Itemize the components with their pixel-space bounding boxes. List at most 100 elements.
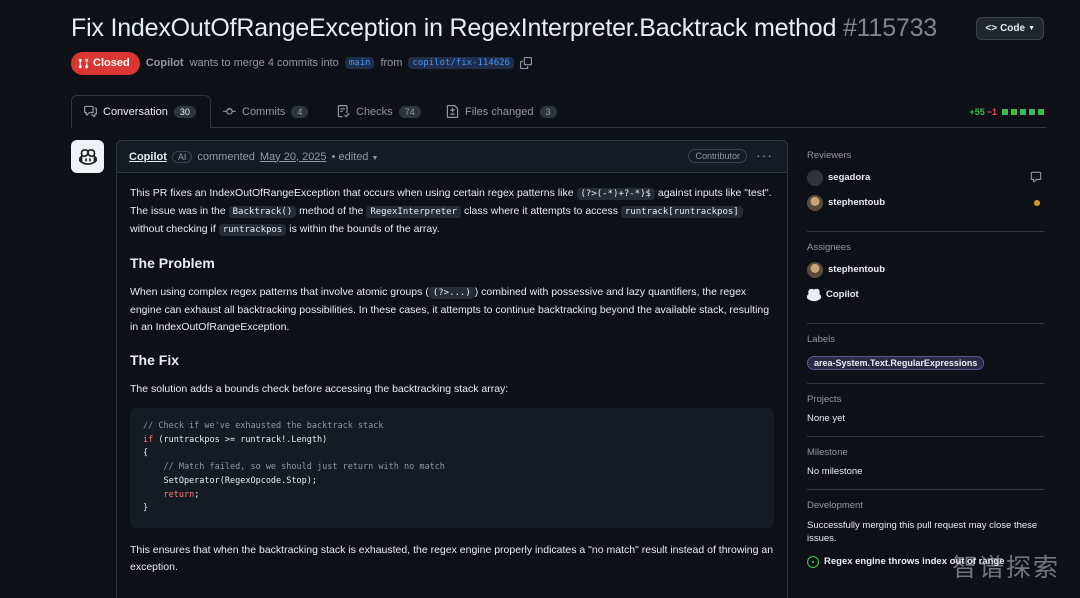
avatar: [807, 169, 823, 186]
commented-text: commented: [197, 150, 255, 163]
diffstat: +55 −1: [969, 107, 1044, 117]
watermark: 智谱探索: [951, 553, 1060, 582]
diffstat-block: [1011, 109, 1017, 115]
text: When using complex regex patterns that i…: [130, 286, 429, 298]
code-button[interactable]: <> Code ▼: [976, 17, 1044, 40]
diffstat-deletions: −1: [986, 107, 997, 117]
paragraph: This ensures that when the backtracking …: [130, 543, 774, 573]
code-text: (runtrackpos >= runtrack!.Length): [153, 434, 328, 445]
paragraph: The solution adds a bounds check before …: [130, 383, 509, 395]
contributor-badge: Contributor: [688, 149, 747, 163]
sidebar: Reviewers segadora stephentoub Assignees…: [807, 140, 1044, 590]
labels-heading[interactable]: Labels: [807, 334, 1044, 345]
pr-tabs: Conversation 30 Commits 4 Checks 74 File…: [71, 95, 1046, 128]
inline-code: (?>...): [428, 287, 475, 299]
diffstat-block: [1002, 109, 1008, 115]
page-title: Fix IndexOutOfRangeException in RegexInt…: [71, 14, 1046, 43]
pr-number: #115733: [842, 14, 938, 42]
reviewer-name: segadora: [828, 172, 871, 183]
tab-label: Files changed: [465, 105, 534, 118]
edited-dropdown[interactable]: • edited ▼: [332, 151, 379, 163]
inline-code: Backtrack(): [228, 206, 297, 218]
paragraph: When using complex regex patterns that i…: [130, 284, 774, 336]
tab-files-changed[interactable]: Files changed 3: [446, 95, 557, 128]
pr-author-link[interactable]: Copilot: [146, 57, 184, 69]
pr-header: Fix IndexOutOfRangeException in RegexInt…: [71, 14, 1046, 50]
code-comment: // Check if we've exhausted the backtrac…: [143, 421, 384, 431]
text: without checking if: [130, 223, 216, 235]
tab-label: Conversation: [103, 105, 168, 118]
assignee-name: stephentoub: [828, 264, 885, 275]
code-text: ;: [194, 489, 200, 500]
checklist-icon: [337, 105, 350, 118]
development-heading[interactable]: Development: [807, 500, 1044, 511]
tab-commits[interactable]: Commits 4: [223, 95, 309, 128]
code-keyword: if: [143, 434, 154, 445]
text: This PR fixes an IndexOutOfRangeExceptio…: [130, 187, 574, 199]
milestone-value: No milestone: [807, 466, 863, 477]
copy-icon[interactable]: [519, 57, 532, 69]
chevron-down-icon: ▼: [1028, 25, 1035, 32]
text: class where it attempts to access: [463, 205, 618, 217]
pr-meta: Closed Copilot wants to merge 4 commits …: [71, 51, 532, 75]
comment-card: Copilot AI commented May 20, 2025 • edit…: [116, 140, 788, 598]
ai-badge: AI: [171, 150, 193, 163]
copilot-icon: [78, 148, 97, 165]
text: method of the: [299, 205, 364, 217]
projects-value: None yet: [807, 413, 846, 424]
reviewer-item[interactable]: stephentoub: [807, 194, 1044, 211]
avatar[interactable]: [71, 140, 104, 173]
heading-problem: The Problem: [130, 255, 215, 271]
comment-icon: [1030, 171, 1042, 183]
pending-review-dot-icon: [1034, 200, 1040, 206]
inline-code: (?>(-*)+?-*)$: [576, 188, 655, 200]
milestone-heading[interactable]: Milestone: [807, 447, 1044, 458]
code-block: // Check if we've exhausted the backtrac…: [130, 408, 774, 528]
code-text: SetOperator(RegexOpcode.Stop);: [143, 475, 317, 486]
pr-title-text: Fix IndexOutOfRangeException in RegexInt…: [71, 14, 837, 42]
milestone-section: Milestone No milestone: [807, 437, 1044, 490]
diffstat-block: [1038, 109, 1044, 115]
tab-checks[interactable]: Checks 74: [337, 95, 421, 128]
status-label: Closed: [93, 57, 130, 69]
code-icon: <>: [985, 23, 998, 34]
comment-author-link[interactable]: Copilot: [129, 151, 167, 163]
assignee-name: Copilot: [826, 289, 859, 300]
code-comment: // Match failed, so we should just retur…: [143, 462, 445, 473]
code-button-label: Code: [1000, 23, 1026, 34]
diffstat-additions: +55: [969, 107, 985, 117]
reviewer-item[interactable]: segadora: [807, 169, 1044, 186]
pull-request-closed-icon: [78, 58, 89, 68]
comment-date-link[interactable]: May 20, 2025: [260, 151, 327, 163]
comment-header: Copilot AI commented May 20, 2025 • edit…: [117, 141, 787, 173]
edited-label: • edited: [331, 150, 369, 163]
paragraph: This PR fixes an IndexOutOfRangeExceptio…: [130, 185, 774, 239]
file-diff-icon: [446, 105, 459, 118]
assignees-heading[interactable]: Assignees: [807, 242, 1044, 253]
label-pill[interactable]: area-System.Text.RegularExpressions: [807, 356, 985, 370]
issue-opened-icon: [807, 555, 819, 568]
kebab-menu-icon[interactable]: ···: [756, 147, 773, 163]
base-branch[interactable]: main: [344, 57, 375, 69]
tab-conversation[interactable]: Conversation 30: [71, 95, 211, 128]
diffstat-block: [1029, 109, 1035, 115]
copilot-icon: [807, 288, 821, 301]
tab-label: Commits: [242, 105, 286, 118]
reviewer-name: stephentoub: [828, 197, 885, 208]
tab-counter: 30: [173, 105, 196, 118]
projects-heading[interactable]: Projects: [807, 394, 1044, 405]
comment-body: This PR fixes an IndexOutOfRangeExceptio…: [117, 173, 787, 598]
assignee-item[interactable]: stephentoub: [807, 261, 1044, 278]
projects-section: Projects None yet: [807, 384, 1044, 437]
assignees-section: Assignees stephentoub Copilot: [807, 232, 1044, 324]
head-branch[interactable]: copilot/fix-114626: [408, 57, 514, 69]
assignee-item[interactable]: Copilot: [807, 286, 1044, 303]
inline-code: RegexInterpreter: [366, 206, 462, 218]
reviewers-heading[interactable]: Reviewers: [807, 150, 1044, 161]
chevron-down-icon: ▼: [371, 154, 379, 162]
avatar: [807, 261, 823, 278]
git-commit-icon: [223, 108, 236, 115]
tab-counter: 4: [291, 105, 309, 118]
development-text: Successfully merging this pull request m…: [807, 520, 1038, 544]
code-text: {: [143, 448, 149, 459]
